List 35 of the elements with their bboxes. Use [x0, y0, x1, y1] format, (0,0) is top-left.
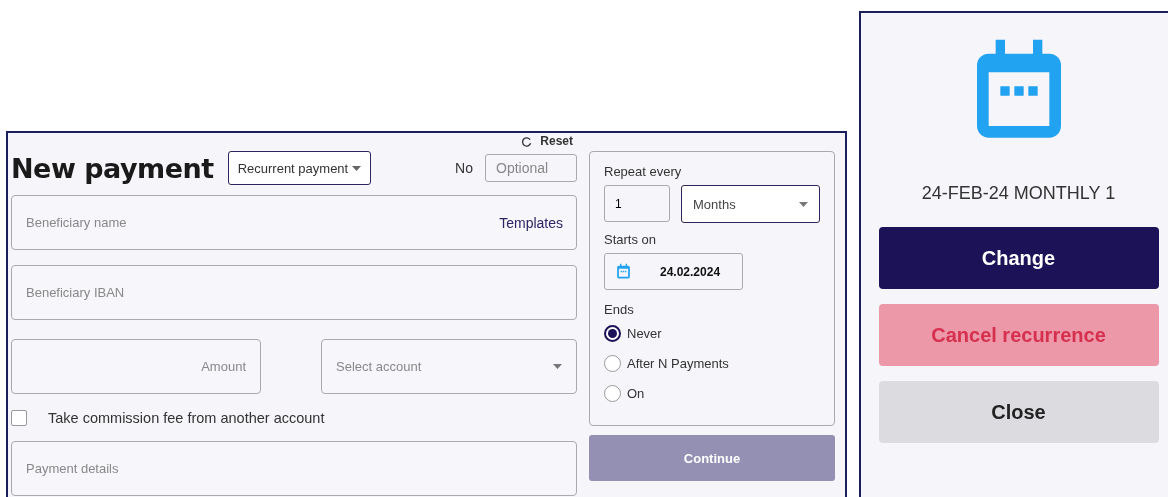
caret-icon	[553, 364, 562, 369]
commission-label: Take commission fee from another account	[48, 410, 325, 426]
ends-option[interactable]: On	[604, 378, 820, 408]
radio-button[interactable]	[604, 324, 621, 342]
starts-label: Starts on	[604, 232, 658, 247]
start-date-field[interactable]: 24.02.2024	[604, 253, 743, 290]
caret-icon	[799, 201, 808, 207]
calendar-icon	[615, 263, 632, 280]
ends-option[interactable]: After N Payments	[604, 348, 820, 378]
ends-label: Ends	[604, 302, 635, 317]
ends-option[interactable]: Never	[604, 318, 820, 348]
radio-button[interactable]	[604, 354, 621, 372]
option-label: After N Payments	[627, 355, 729, 371]
option-label: On	[627, 385, 645, 401]
number-label: No	[455, 160, 473, 176]
number-field[interactable]: Optional	[485, 154, 577, 182]
payment-details-field[interactable]: Payment details	[11, 441, 577, 496]
option-label: Never	[627, 325, 662, 341]
commission-checkbox[interactable]	[11, 410, 27, 426]
page-title: New payment	[11, 152, 214, 184]
interval-field[interactable]: 1	[604, 185, 670, 222]
change-button[interactable]: Change	[878, 227, 1159, 289]
amount-field[interactable]: Amount	[11, 339, 261, 394]
close-button[interactable]: Close	[878, 381, 1159, 443]
caret-icon	[352, 165, 362, 171]
refresh-icon	[521, 135, 533, 147]
repeat-label: Repeat every	[604, 164, 683, 179]
reset-button[interactable]: Reset	[521, 134, 573, 148]
radio-button[interactable]	[604, 384, 621, 402]
beneficiary-name-field[interactable]: Beneficiary name Templates	[11, 195, 577, 250]
beneficiary-iban-field[interactable]: Beneficiary IBAN	[11, 265, 577, 320]
payment-type-dropdown[interactable]: Recurrent payment	[227, 151, 372, 185]
templates-link[interactable]: Templates	[499, 214, 563, 231]
unit-dropdown[interactable]: Months	[681, 185, 820, 223]
recurrence-summary: 24-FEB-24 MONTHLY 1	[921, 183, 1116, 204]
